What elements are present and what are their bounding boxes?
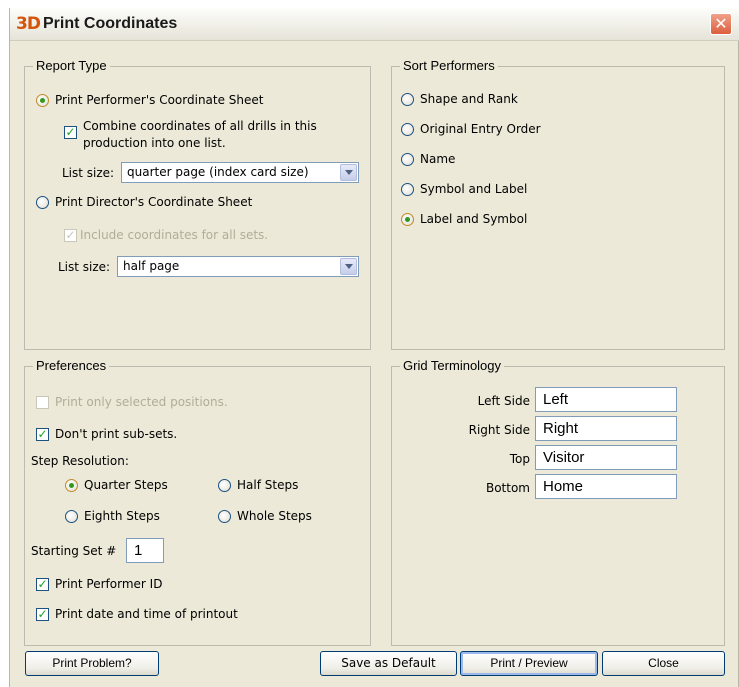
sort-option-shape-rank[interactable]: Shape and Rank bbox=[401, 92, 518, 106]
sort-performers-legend: Sort Performers bbox=[400, 58, 498, 73]
sort-performers-group: Sort Performers Shape and Rank Original … bbox=[391, 58, 725, 350]
grid-terminology-legend: Grid Terminology bbox=[400, 358, 505, 373]
radio-icon bbox=[36, 195, 49, 209]
right-side-label: Right Side bbox=[468, 423, 530, 437]
sort-option-label: Original Entry Order bbox=[420, 122, 541, 136]
print-coordinates-dialog: 3D Print Coordinates ✕ Report Type Print… bbox=[9, 8, 739, 687]
close-window-button[interactable]: ✕ bbox=[710, 13, 732, 35]
director-sheet-label: Print Director's Coordinate Sheet bbox=[55, 195, 253, 209]
radio-icon bbox=[401, 212, 414, 226]
left-side-value: Left bbox=[543, 391, 569, 408]
combine-label-line1: Combine coordinates of all drills in thi… bbox=[83, 119, 317, 133]
checkmark-icon: ✓ bbox=[64, 227, 77, 242]
combine-label-line2: production into one list. bbox=[83, 136, 226, 150]
bottom-value: Home bbox=[543, 478, 584, 495]
right-side-value: Right bbox=[543, 420, 579, 437]
bottom-input[interactable]: Home bbox=[535, 474, 677, 499]
director-sheet-radio[interactable]: Print Director's Coordinate Sheet bbox=[36, 195, 252, 209]
sort-option-label: Symbol and Label bbox=[420, 182, 528, 196]
include-all-sets-label: Include coordinates for all sets. bbox=[80, 228, 269, 242]
grid-terminology-group: Grid Terminology Left Side Left Right Si… bbox=[391, 358, 725, 646]
date-time-label: Print date and time of printout bbox=[55, 607, 238, 621]
radio-icon bbox=[401, 92, 414, 106]
performer-list-size-value: quarter page (index card size) bbox=[127, 165, 309, 179]
starting-set-value: 1 bbox=[134, 542, 143, 559]
sort-option-label: Shape and Rank bbox=[420, 92, 518, 106]
sort-option-label: Name bbox=[420, 152, 456, 166]
left-side-label: Left Side bbox=[477, 394, 530, 408]
top-input[interactable]: Visitor bbox=[535, 445, 677, 470]
date-time-checkbox[interactable]: ✓ Print date and time of printout bbox=[36, 607, 238, 621]
director-list-size-select[interactable]: half page bbox=[117, 256, 359, 277]
close-icon: ✕ bbox=[714, 14, 728, 33]
performer-sheet-radio[interactable]: Print Performer's Coordinate Sheet bbox=[36, 93, 264, 107]
chevron-down-icon[interactable] bbox=[340, 164, 357, 181]
eighth-steps-label: Eighth Steps bbox=[84, 509, 160, 523]
top-label: Top bbox=[509, 452, 530, 466]
performer-sheet-label: Print Performer's Coordinate Sheet bbox=[55, 93, 264, 107]
performer-list-size-select[interactable]: quarter page (index card size) bbox=[121, 162, 359, 183]
checkmark-icon: ✓ bbox=[36, 606, 49, 621]
radio-icon bbox=[65, 509, 78, 523]
combine-drills-checkbox[interactable]: ✓ Combine coordinates of all drills in t… bbox=[64, 119, 317, 150]
checkmark-icon: ✓ bbox=[36, 576, 49, 591]
sort-option-symbol-label[interactable]: Symbol and Label bbox=[401, 182, 527, 196]
director-list-size-label: List size: bbox=[58, 260, 111, 274]
chevron-down-icon[interactable] bbox=[340, 258, 357, 275]
include-all-sets-checkbox[interactable]: ✓ Include coordinates for all sets. bbox=[64, 228, 268, 242]
preferences-group: Preferences Print only selected position… bbox=[24, 358, 371, 646]
window-title: Print Coordinates bbox=[43, 15, 178, 32]
selected-positions-label: Print only selected positions. bbox=[55, 395, 228, 409]
report-type-group: Report Type Print Performer's Coordinate… bbox=[24, 58, 371, 350]
quarter-steps-label: Quarter Steps bbox=[84, 478, 168, 492]
performer-list-size-label: List size: bbox=[62, 166, 115, 180]
quarter-steps-radio[interactable]: Quarter Steps bbox=[65, 478, 168, 492]
performer-id-checkbox[interactable]: ✓ Print Performer ID bbox=[36, 577, 162, 591]
checkbox-icon bbox=[36, 395, 49, 409]
radio-icon bbox=[401, 122, 414, 136]
preferences-legend: Preferences bbox=[33, 358, 110, 373]
checkmark-icon: ✓ bbox=[64, 125, 77, 139]
sort-option-original-entry[interactable]: Original Entry Order bbox=[401, 122, 541, 136]
performer-id-label: Print Performer ID bbox=[55, 577, 163, 591]
whole-steps-label: Whole Steps bbox=[237, 509, 312, 523]
whole-steps-radio[interactable]: Whole Steps bbox=[218, 509, 312, 523]
sort-option-label: Label and Symbol bbox=[420, 212, 528, 226]
close-button[interactable]: Close bbox=[602, 651, 725, 676]
radio-icon bbox=[218, 478, 231, 492]
half-steps-radio[interactable]: Half Steps bbox=[218, 478, 298, 492]
save-as-default-button[interactable]: Save as Default bbox=[320, 651, 457, 676]
checkmark-icon: ✓ bbox=[36, 426, 49, 441]
right-side-input[interactable]: Right bbox=[535, 416, 677, 441]
eighth-steps-radio[interactable]: Eighth Steps bbox=[65, 509, 160, 523]
report-type-legend: Report Type bbox=[33, 58, 110, 73]
top-value: Visitor bbox=[543, 449, 585, 466]
left-side-input[interactable]: Left bbox=[535, 387, 677, 412]
starting-set-label: Starting Set # bbox=[31, 544, 117, 558]
sort-option-label-symbol[interactable]: Label and Symbol bbox=[401, 212, 527, 226]
starting-set-input[interactable]: 1 bbox=[126, 538, 164, 563]
bottom-label: Bottom bbox=[485, 481, 530, 495]
app-logo-icon: 3D bbox=[16, 14, 41, 34]
no-subsets-checkbox[interactable]: ✓ Don't print sub-sets. bbox=[36, 427, 177, 441]
director-list-size-value: half page bbox=[123, 259, 180, 273]
no-subsets-label: Don't print sub-sets. bbox=[55, 427, 178, 441]
radio-icon bbox=[65, 478, 78, 492]
radio-icon bbox=[401, 182, 414, 196]
radio-icon bbox=[218, 509, 231, 523]
print-problem-button[interactable]: Print Problem? bbox=[25, 651, 159, 676]
step-resolution-label: Step Resolution: bbox=[31, 454, 129, 468]
print-preview-button[interactable]: Print / Preview bbox=[460, 651, 598, 676]
radio-icon bbox=[401, 152, 414, 166]
half-steps-label: Half Steps bbox=[237, 478, 299, 492]
title-bar[interactable]: 3D Print Coordinates ✕ bbox=[10, 8, 739, 41]
sort-option-name[interactable]: Name bbox=[401, 152, 455, 166]
selected-positions-checkbox[interactable]: Print only selected positions. bbox=[36, 395, 228, 409]
radio-icon bbox=[36, 93, 49, 107]
